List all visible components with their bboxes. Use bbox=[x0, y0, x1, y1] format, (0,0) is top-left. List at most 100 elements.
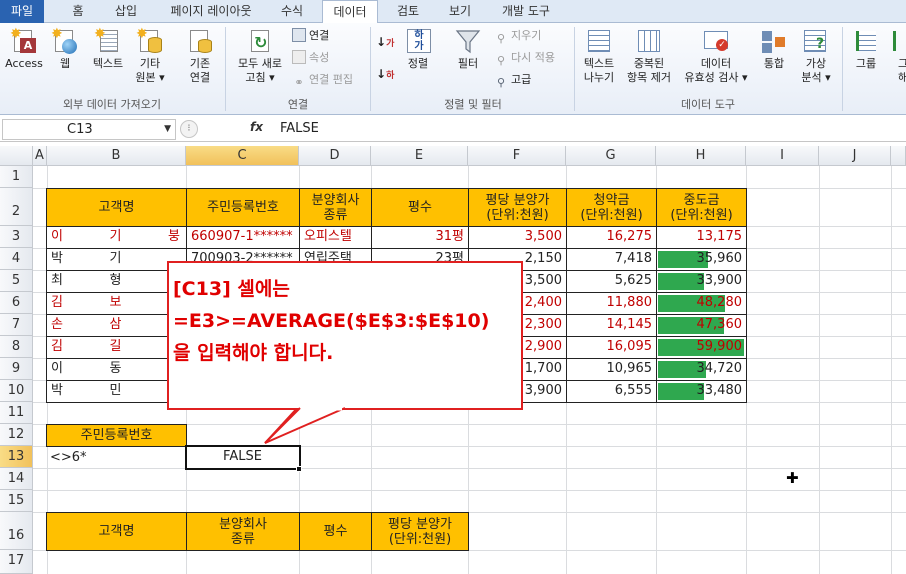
tab-home[interactable]: 홈 bbox=[58, 0, 98, 23]
formula-bar-divider-icon[interactable]: ⁝ bbox=[180, 120, 198, 138]
tab-data[interactable]: 데이터 bbox=[322, 0, 378, 24]
column-header-i[interactable]: I bbox=[746, 146, 819, 166]
advanced-filter-button[interactable]: ⚲ 고급 bbox=[494, 71, 531, 89]
insert-function-button[interactable]: fx bbox=[250, 120, 263, 134]
header-cell-area[interactable]: 평수 bbox=[371, 188, 469, 227]
group-button[interactable]: 그룹 bbox=[846, 27, 886, 71]
sort-button[interactable]: 하가 정렬 bbox=[400, 27, 436, 71]
table-cell-name[interactable]: 박기 bbox=[46, 248, 187, 271]
column-header-e[interactable]: E bbox=[371, 146, 468, 166]
formula-input[interactable]: FALSE bbox=[280, 121, 319, 136]
tab-page-layout[interactable]: 페이지 레이아웃 bbox=[156, 0, 266, 23]
criteria-header-cell[interactable]: 주민등록번호 bbox=[46, 424, 187, 447]
table-cell-midpayment[interactable]: 13,175 bbox=[656, 226, 747, 249]
row-header-12[interactable]: 12 bbox=[0, 424, 33, 446]
table-cell-name[interactable]: 이기붕 bbox=[46, 226, 187, 249]
what-if-analysis-button[interactable]: ? 가상 분석 ▾ bbox=[796, 27, 836, 85]
column-header-b[interactable]: B bbox=[47, 146, 186, 166]
row-header-13[interactable]: 13 bbox=[0, 446, 33, 468]
output-header-price[interactable]: 평당 분양가 (단위:천원) bbox=[371, 512, 469, 551]
table-cell-sub[interactable]: 10,965 bbox=[566, 358, 657, 381]
access-button[interactable]: A ✸ Access bbox=[2, 27, 46, 71]
clear-filter-button[interactable]: ⚲ 지우기 bbox=[494, 27, 541, 45]
row-header-1[interactable]: 1 bbox=[0, 166, 33, 188]
table-cell-midpayment[interactable]: 59,900 bbox=[656, 336, 747, 359]
tab-formulas[interactable]: 수식 bbox=[270, 0, 314, 23]
row-header-5[interactable]: 5 bbox=[0, 270, 33, 292]
table-cell-name[interactable]: 김길 bbox=[46, 336, 187, 359]
text-to-columns-button[interactable]: 텍스트 나누기 bbox=[576, 27, 622, 85]
tab-developer[interactable]: 개발 도구 bbox=[490, 0, 562, 23]
properties-button[interactable]: 속성 bbox=[292, 49, 329, 67]
table-cell-midpayment[interactable]: 35,960 bbox=[656, 248, 747, 271]
table-cell-name[interactable]: 이동 bbox=[46, 358, 187, 381]
fill-handle[interactable] bbox=[296, 466, 302, 472]
row-header-16[interactable]: 16 bbox=[0, 512, 33, 550]
output-header-name[interactable]: 고객명 bbox=[46, 512, 187, 551]
sort-ascending-button[interactable]: ↓가 bbox=[376, 31, 394, 49]
row-header-17[interactable]: 17 bbox=[0, 550, 33, 574]
row-header-15[interactable]: 15 bbox=[0, 490, 33, 512]
table-cell-area[interactable]: 31평 bbox=[371, 226, 469, 249]
column-header-g[interactable]: G bbox=[566, 146, 656, 166]
table-cell-sub[interactable]: 5,625 bbox=[566, 270, 657, 293]
row-header-9[interactable]: 9 bbox=[0, 358, 33, 380]
table-cell-sub[interactable]: 16,095 bbox=[566, 336, 657, 359]
row-header-8[interactable]: 8 bbox=[0, 336, 33, 358]
row-header-7[interactable]: 7 bbox=[0, 314, 33, 336]
table-cell-midpayment[interactable]: 48,280 bbox=[656, 292, 747, 315]
table-cell-sub[interactable]: 11,880 bbox=[566, 292, 657, 315]
tab-view[interactable]: 보기 bbox=[438, 0, 482, 23]
table-cell-sub[interactable]: 6,555 bbox=[566, 380, 657, 403]
table-cell-sub[interactable]: 16,275 bbox=[566, 226, 657, 249]
column-header-f[interactable]: F bbox=[468, 146, 566, 166]
table-cell-price[interactable]: 3,500 bbox=[468, 226, 567, 249]
table-cell-midpayment[interactable]: 47,360 bbox=[656, 314, 747, 337]
table-cell-name[interactable]: 박민 bbox=[46, 380, 187, 403]
output-header-area[interactable]: 평수 bbox=[299, 512, 372, 551]
table-cell-name[interactable]: 최형 bbox=[46, 270, 187, 293]
tab-file[interactable]: 파일 bbox=[0, 0, 44, 23]
criteria-value-cell[interactable]: <>6* bbox=[50, 448, 87, 468]
row-header-10[interactable]: 10 bbox=[0, 380, 33, 402]
table-cell-ssn[interactable]: 660907-1****** bbox=[186, 226, 300, 249]
header-cell-ssn[interactable]: 주민등록번호 bbox=[186, 188, 300, 227]
name-box[interactable]: C13 ▼ bbox=[2, 119, 176, 140]
output-header-type[interactable]: 분양회사 종류 bbox=[186, 512, 300, 551]
table-cell-name[interactable]: 김보 bbox=[46, 292, 187, 315]
consolidate-button[interactable]: 통합 bbox=[756, 27, 792, 71]
table-cell-type[interactable]: 오피스텔 bbox=[299, 226, 372, 249]
table-cell-sub[interactable]: 14,145 bbox=[566, 314, 657, 337]
ungroup-button[interactable]: 그 해 bbox=[888, 27, 906, 85]
reapply-button[interactable]: ⚲ 다시 적용 bbox=[494, 49, 555, 67]
refresh-all-button[interactable]: ↻ 모두 새로 고침 ▾ bbox=[230, 27, 290, 85]
filter-button[interactable]: 필터 bbox=[448, 27, 488, 71]
other-sources-button[interactable]: ✸ 기타 원본 ▾ bbox=[130, 27, 170, 85]
column-header-k[interactable] bbox=[891, 146, 906, 166]
column-header-j[interactable]: J bbox=[819, 146, 891, 166]
select-all-corner[interactable] bbox=[0, 146, 33, 166]
tab-review[interactable]: 검토 bbox=[386, 0, 430, 23]
row-header-4[interactable]: 4 bbox=[0, 248, 33, 270]
tab-insert[interactable]: 삽입 bbox=[104, 0, 148, 23]
header-cell-subscription[interactable]: 청약금 (단위:천원) bbox=[566, 188, 657, 227]
header-cell-midpayment[interactable]: 중도금 (단위:천원) bbox=[656, 188, 747, 227]
chevron-down-icon[interactable]: ▼ bbox=[164, 120, 171, 139]
column-header-a[interactable]: A bbox=[33, 146, 47, 166]
column-header-h[interactable]: H bbox=[656, 146, 746, 166]
table-cell-sub[interactable]: 7,418 bbox=[566, 248, 657, 271]
sort-descending-button[interactable]: ↓하 bbox=[376, 63, 394, 81]
edit-links-button[interactable]: ⚭ 연결 편집 bbox=[292, 71, 353, 89]
table-cell-midpayment[interactable]: 33,480 bbox=[656, 380, 747, 403]
table-cell-midpayment[interactable]: 34,720 bbox=[656, 358, 747, 381]
remove-duplicates-button[interactable]: 중복된 항목 제거 bbox=[622, 27, 676, 85]
column-header-c[interactable]: C bbox=[186, 146, 299, 166]
data-validation-button[interactable]: ✓ 데이터 유효성 검사 ▾ bbox=[678, 27, 754, 85]
column-header-d[interactable]: D bbox=[299, 146, 371, 166]
connections-button[interactable]: 연결 bbox=[292, 27, 329, 45]
existing-connections-button[interactable]: 기존 연결 bbox=[180, 27, 220, 85]
header-cell-type[interactable]: 분양회사 종류 bbox=[299, 188, 372, 227]
table-cell-name[interactable]: 손삼 bbox=[46, 314, 187, 337]
table-cell-midpayment[interactable]: 33,900 bbox=[656, 270, 747, 293]
row-header-3[interactable]: 3 bbox=[0, 226, 33, 248]
